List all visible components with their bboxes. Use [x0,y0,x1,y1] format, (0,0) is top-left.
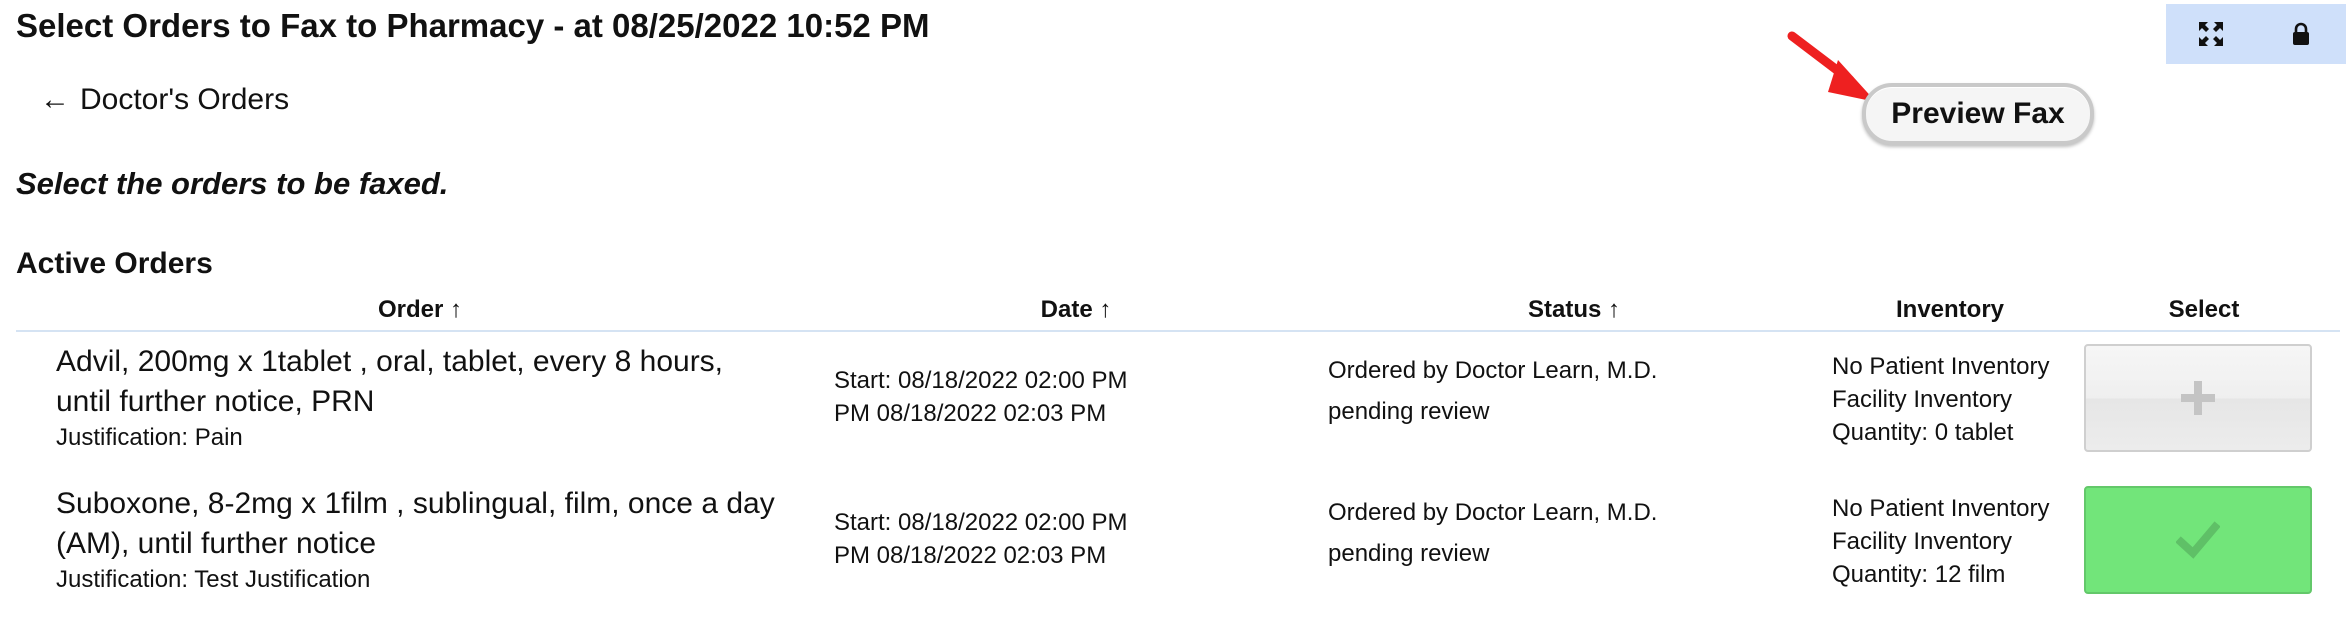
order-name-line1: Advil, 200mg x 1tablet , oral, tablet, e… [56,345,724,378]
table-header: Order ↑ Date ↑ Status ↑ Inventory Select [16,290,2340,332]
window-controls [2166,4,2346,64]
order-date-line2: PM 08/18/2022 02:03 PM [834,400,1107,427]
column-header-date[interactable]: Date ↑ [1041,290,1112,330]
order-cell: Advil, 200mg x 1tablet , oral, tablet, e… [56,342,836,454]
plus-icon [2181,381,2215,415]
left-arrow-icon: ← [40,83,70,116]
facility-inventory: Facility Inventory [1832,386,2013,413]
inventory-cell: No Patient Inventory Facility Inventory … [1832,350,2049,449]
column-header-status[interactable]: Status ↑ [1528,290,1620,330]
expand-icon [2199,22,2223,46]
instruction-text: Select the orders to be faxed. [16,166,449,201]
back-to-doctors-orders-link[interactable]: ← Doctor's Orders [40,78,289,122]
check-icon [2176,521,2220,559]
fullscreen-button[interactable] [2187,10,2235,58]
back-link-label: Doctor's Orders [80,83,290,116]
order-status: pending review [1328,540,1490,567]
order-justification: Justification: Pain [56,424,243,451]
order-name-line1: Suboxone, 8-2mg x 1film , sublingual, fi… [56,487,775,520]
inventory-quantity: Quantity: 0 tablet [1832,419,2014,446]
inventory-cell: No Patient Inventory Facility Inventory … [1832,492,2049,591]
column-header-order[interactable]: Order ↑ [378,290,462,330]
table-row: Suboxone, 8-2mg x 1film , sublingual, fi… [16,472,2340,612]
orders-table: Order ↑ Date ↑ Status ↑ Inventory Select… [16,290,2340,612]
order-name-line2: until further notice, PRN [56,385,375,418]
order-name-line2: (AM), until further notice [56,527,377,560]
column-header-inventory: Inventory [1895,296,2005,323]
order-cell: Suboxone, 8-2mg x 1film , sublingual, fi… [56,484,836,596]
order-ordered-by: Ordered by Doctor Learn, M.D. [1328,499,1658,526]
status-cell: Ordered by Doctor Learn, M.D. pending re… [1328,492,1657,574]
inventory-quantity: Quantity: 12 film [1832,561,2006,588]
page-title: Select Orders to Fax to Pharmacy - at 08… [16,7,930,44]
order-justification: Justification: Test Justification [56,566,371,593]
date-cell: Start: 08/18/2022 02:00 PM PM 08/18/2022… [834,506,1194,572]
order-ordered-by: Ordered by Doctor Learn, M.D. [1328,357,1658,384]
date-cell: Start: 08/18/2022 02:00 PM PM 08/18/2022… [834,364,1194,430]
status-cell: Ordered by Doctor Learn, M.D. pending re… [1328,350,1657,432]
order-start-date: Start: 08/18/2022 02:00 PM [834,509,1128,536]
facility-inventory: Facility Inventory [1832,528,2013,555]
order-date-line2: PM 08/18/2022 02:03 PM [834,542,1107,569]
active-orders-heading: Active Orders [16,247,213,280]
order-status: pending review [1328,398,1490,425]
lock-icon [2293,22,2309,45]
selected-order-button[interactable] [2084,486,2312,594]
patient-inventory: No Patient Inventory [1832,495,2050,522]
order-start-date: Start: 08/18/2022 02:00 PM [834,367,1128,394]
select-order-button[interactable] [2084,344,2312,452]
table-row: Advil, 200mg x 1tablet , oral, tablet, e… [16,332,2340,472]
patient-inventory: No Patient Inventory [1832,353,2050,380]
preview-fax-button[interactable]: Preview Fax [1862,83,2094,145]
lock-button[interactable] [2277,10,2325,58]
column-header-select: Select [2168,296,2240,323]
